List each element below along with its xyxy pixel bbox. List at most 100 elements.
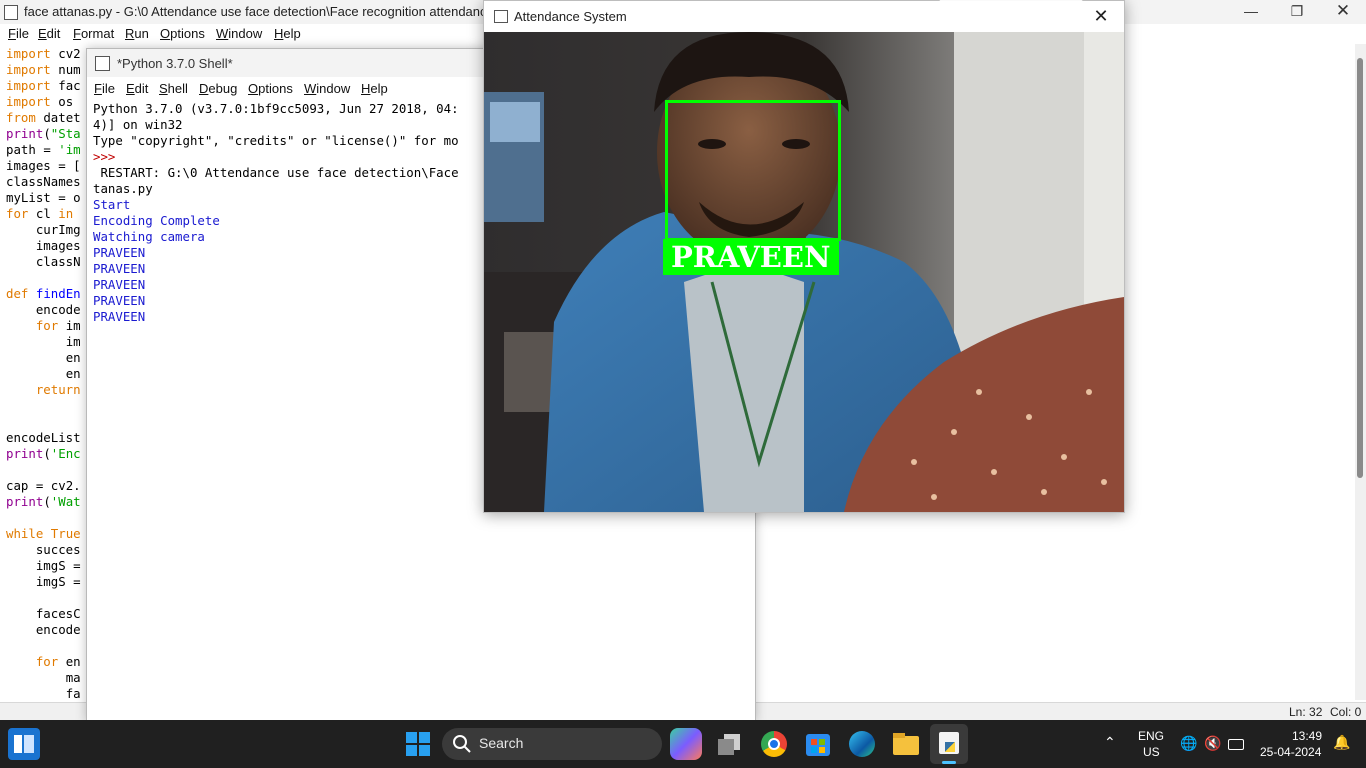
code-token: Sta: [58, 126, 81, 141]
start-icon[interactable]: [402, 728, 434, 760]
code-token: for: [35, 318, 59, 333]
code-token: for: [35, 654, 59, 669]
attendance-close-button[interactable]: ✕: [1078, 1, 1124, 31]
shell-menu-shell[interactable]: Shell: [159, 81, 188, 96]
shell-menu-window[interactable]: Window: [304, 81, 350, 96]
edge-icon[interactable]: [846, 728, 878, 760]
code-token: =: [73, 574, 81, 589]
code-token: os: [58, 94, 74, 109]
python-logo: [945, 742, 955, 752]
input-language[interactable]: ENG: [1138, 729, 1164, 743]
editor-scrollbar[interactable]: [1355, 44, 1366, 700]
notifications-icon[interactable]: 🔔: [1333, 734, 1350, 751]
widgets-glyph: [24, 735, 34, 753]
code-token: import: [6, 78, 51, 93]
menu-edit[interactable]: Edit: [38, 26, 60, 41]
code-line: encode: [6, 302, 81, 318]
close-button[interactable]: ✕: [1320, 0, 1366, 24]
store-glyph: [811, 747, 817, 753]
copilot-icon[interactable]: [670, 728, 702, 760]
code-token: myList: [6, 190, 51, 205]
code-token: cv2.: [50, 478, 81, 493]
code-line: en: [6, 366, 81, 382]
menu-format[interactable]: Format: [73, 26, 114, 41]
volume-muted-icon[interactable]: 🔇: [1204, 735, 1221, 752]
shell-output-line: Start: [93, 197, 131, 212]
code-token: en: [65, 350, 81, 365]
code-line: imgS =: [6, 574, 81, 590]
scrollbar-thumb[interactable]: [1357, 58, 1363, 478]
shell-menu-debug[interactable]: Debug: [199, 81, 237, 96]
task-view-glyph: [718, 739, 734, 755]
code-line: encodeList: [6, 430, 81, 446]
code-token: from: [6, 110, 36, 125]
widgets-icon[interactable]: [8, 728, 40, 760]
network-icon[interactable]: 🌐: [1180, 735, 1197, 752]
battery-icon[interactable]: [1228, 739, 1244, 750]
code-line: im: [6, 334, 81, 350]
start-pane: [419, 732, 430, 743]
code-line: myList = o: [6, 190, 81, 206]
code-line: for cl in: [6, 206, 73, 222]
attendance-titlebar[interactable]: Attendance System ✕: [484, 1, 1124, 31]
code-token: classNames: [6, 174, 81, 189]
code-line: encode: [6, 622, 81, 638]
shell-menu-options[interactable]: Options: [248, 81, 293, 96]
menu-options[interactable]: Options: [160, 26, 205, 41]
code-line: from datet: [6, 110, 81, 126]
shell-menu-file[interactable]: File: [94, 81, 115, 96]
task-view-icon[interactable]: [714, 728, 746, 760]
shell-output-line: PRAVEEN: [93, 245, 146, 260]
search-box[interactable]: Search: [442, 728, 662, 760]
shell-menu-edit[interactable]: Edit: [126, 81, 148, 96]
menu-run[interactable]: Run: [125, 26, 149, 41]
menu-help[interactable]: Help: [274, 26, 301, 41]
menu-file[interactable]: File: [8, 26, 29, 41]
menu-window[interactable]: Window: [216, 26, 262, 41]
attendance-title: Attendance System: [514, 9, 627, 24]
code-token: fa: [65, 686, 81, 700]
python-idle-icon[interactable]: [930, 724, 968, 764]
tray-overflow-icon[interactable]: ⌃: [1104, 734, 1116, 751]
store-icon[interactable]: [802, 728, 834, 760]
code-token: fac: [58, 78, 81, 93]
code-token: findEn: [35, 286, 81, 301]
code-token: import: [6, 94, 51, 109]
start-pane: [419, 745, 430, 756]
code-line: import num: [6, 62, 81, 78]
code-line: succes: [6, 542, 81, 558]
start-pane: [406, 732, 417, 743]
code-token: while: [6, 526, 44, 541]
input-region[interactable]: US: [1143, 745, 1160, 759]
file-explorer-icon[interactable]: [890, 728, 922, 760]
shell-menu-help[interactable]: Help: [361, 81, 388, 96]
code-token: ': [58, 142, 66, 157]
chrome-icon[interactable]: [758, 728, 790, 760]
code-token: encodeList: [6, 430, 81, 445]
idle-file-icon: [4, 5, 18, 20]
shell-output-line: Watching camera: [93, 229, 205, 244]
code-line: curImg: [6, 222, 81, 238]
minimize-button[interactable]: —: [1228, 0, 1274, 24]
taskbar: Search ⌃ ENG US 🌐 🔇 13:49 25-04-2024 🔔: [0, 720, 1366, 768]
code-token: im: [65, 318, 81, 333]
attendance-window[interactable]: Attendance System ✕ PRAVEEN: [483, 0, 1125, 513]
store-glyph: [819, 739, 825, 745]
line-number: Ln: 32: [1289, 705, 1323, 719]
search-icon: [453, 735, 471, 753]
clock-time[interactable]: 13:49: [1292, 729, 1322, 743]
code-line: imgS =: [6, 558, 81, 574]
code-line: classN: [6, 254, 81, 270]
clock-date[interactable]: 25-04-2024: [1260, 745, 1321, 759]
restore-button[interactable]: ❐: [1274, 0, 1320, 24]
